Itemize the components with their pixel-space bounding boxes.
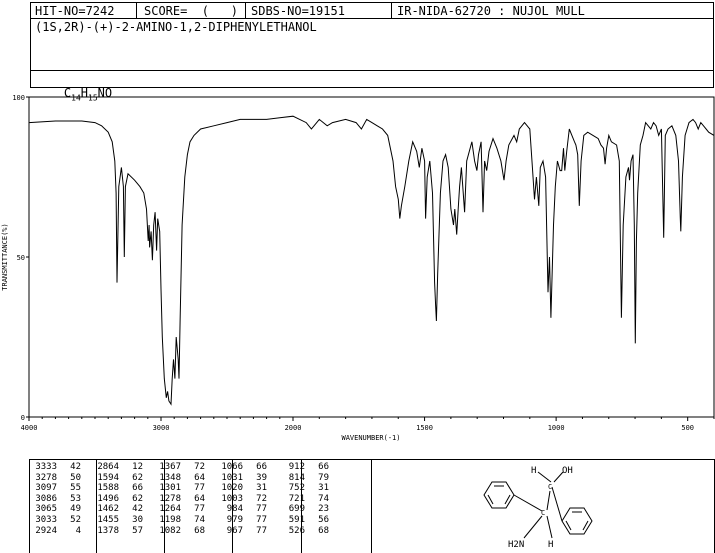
peak-wavenumber: 967 bbox=[226, 525, 243, 536]
peak-wavenumber: 1348 bbox=[159, 472, 181, 483]
peak-transmittance: 50 bbox=[70, 472, 81, 483]
peak-transmittance: 23 bbox=[318, 504, 329, 515]
peak-wavenumber: 3333 bbox=[35, 462, 57, 472]
peak-transmittance: 49 bbox=[70, 504, 81, 515]
y-tick-label: 0 bbox=[21, 414, 25, 422]
peak-table-grid: 3333422864121367721066669126632785015946… bbox=[29, 462, 329, 536]
peak-transmittance: 52 bbox=[70, 514, 81, 525]
y-tick-label: 100 bbox=[12, 94, 25, 102]
atom-label: C bbox=[541, 509, 545, 517]
peak-transmittance: 62 bbox=[132, 493, 143, 504]
peak-transmittance: 64 bbox=[194, 493, 205, 504]
peak-wavenumber: 1278 bbox=[159, 493, 181, 504]
peak-wavenumber: 984 bbox=[226, 504, 243, 515]
table-column-divider bbox=[301, 460, 302, 553]
peak-transmittance: 53 bbox=[70, 493, 81, 504]
peak-transmittance: 72 bbox=[256, 493, 267, 504]
ir-spectrum-chart: 0 50 100 4000 3000 2000 1500 1000 500 TRANSMITT… bbox=[1, 94, 715, 442]
table-row: 33334228641213677210666691266 bbox=[29, 462, 329, 473]
x-axis-label: WAVENUMBER(-1) bbox=[341, 434, 400, 442]
bond bbox=[513, 494, 543, 512]
peak-transmittance: 66 bbox=[256, 462, 267, 472]
table-row: 30975515886613017710203175231 bbox=[29, 483, 329, 494]
peak-transmittance: 74 bbox=[194, 514, 205, 525]
peak-transmittance: 57 bbox=[132, 525, 143, 536]
y-tick-label: 50 bbox=[17, 254, 25, 262]
peak-transmittance: 68 bbox=[318, 525, 329, 536]
atom-label: OH bbox=[562, 466, 573, 476]
peak-wavenumber: 3065 bbox=[35, 504, 57, 515]
table-row: 32785015946213486410313981479 bbox=[29, 473, 329, 484]
peak-wavenumber: 3278 bbox=[35, 472, 57, 483]
peak-transmittance: 64 bbox=[194, 472, 205, 483]
peak-transmittance: 77 bbox=[256, 514, 267, 525]
peak-transmittance: 66 bbox=[318, 462, 329, 472]
atom-label: H bbox=[531, 466, 536, 476]
spectrum-line bbox=[28, 115, 715, 406]
peak-wavenumber: 1082 bbox=[159, 525, 181, 536]
table-column-divider bbox=[164, 460, 165, 553]
atom-label: H bbox=[548, 540, 553, 550]
table-row: 3033 52 1455 30 1198 74 979 77 591 56 bbox=[29, 515, 329, 526]
peak-wavenumber: 979 bbox=[226, 514, 243, 525]
peak-wavenumber: 1367 bbox=[159, 462, 181, 472]
peak-transmittance: 31 bbox=[318, 483, 329, 494]
peak-transmittance: 55 bbox=[70, 483, 81, 494]
peak-transmittance: 77 bbox=[194, 504, 205, 515]
x-tick-label: 2000 bbox=[285, 424, 302, 432]
peak-transmittance: 79 bbox=[318, 472, 329, 483]
table-column-divider bbox=[232, 460, 233, 553]
peak-transmittance: 42 bbox=[70, 462, 81, 472]
peak-table: 3333422864121367721066669126632785015946… bbox=[29, 462, 329, 536]
y-axis-label: TRANSMITTANCE(%) bbox=[1, 223, 9, 290]
peak-wavenumber: 1198 bbox=[159, 514, 181, 525]
atom-label: H2N bbox=[508, 540, 524, 550]
peak-transmittance: 31 bbox=[256, 483, 267, 494]
peak-transmittance: 77 bbox=[256, 525, 267, 536]
table-row: 30865314966212786410037272174 bbox=[29, 494, 329, 505]
peak-wavenumber: 3086 bbox=[35, 493, 57, 504]
x-tick-label: 3000 bbox=[153, 424, 170, 432]
peak-wavenumber: 3033 bbox=[35, 514, 57, 525]
peak-wavenumber: 1020 bbox=[215, 483, 243, 494]
bond bbox=[546, 515, 553, 539]
x-tick-label: 500 bbox=[681, 424, 694, 432]
peak-transmittance: 68 bbox=[194, 525, 205, 536]
peak-transmittance: 4 bbox=[75, 525, 81, 536]
atom-label: C bbox=[548, 483, 552, 491]
peak-wavenumber: 2924 bbox=[35, 525, 57, 536]
peak-transmittance: 42 bbox=[132, 504, 143, 515]
peak-transmittance: 30 bbox=[132, 514, 143, 525]
peak-transmittance: 72 bbox=[194, 462, 205, 472]
x-tick-label: 4000 bbox=[21, 424, 38, 432]
table-column-divider bbox=[96, 460, 97, 553]
bond bbox=[551, 486, 563, 522]
peak-wavenumber: 1031 bbox=[215, 473, 243, 484]
peak-transmittance: 56 bbox=[318, 514, 329, 525]
peak-wavenumber: 1264 bbox=[159, 504, 181, 515]
peak-transmittance: 39 bbox=[256, 472, 267, 483]
molecular-structure: H OH C C H2N H bbox=[483, 466, 593, 550]
peak-transmittance: 74 bbox=[318, 493, 329, 504]
table-row: 2924 4 1378 57 1082 68 967 77 526 68 bbox=[29, 526, 329, 537]
peak-transmittance: 77 bbox=[194, 483, 205, 494]
bond bbox=[546, 490, 551, 511]
peak-transmittance: 66 bbox=[132, 483, 143, 494]
bond bbox=[523, 515, 543, 539]
peak-wavenumber: 1003 bbox=[215, 494, 243, 505]
x-tick-label: 1500 bbox=[416, 424, 433, 432]
table-row: 3065 49 1462 42 1264 77 984 77 699 23 bbox=[29, 504, 329, 515]
bond bbox=[537, 471, 552, 483]
peak-wavenumber: 1301 bbox=[159, 483, 181, 494]
peak-transmittance: 62 bbox=[132, 472, 143, 483]
peak-transmittance: 12 bbox=[132, 462, 143, 472]
x-tick-label: 1000 bbox=[548, 424, 565, 432]
peak-wavenumber: 1066 bbox=[215, 462, 243, 473]
peak-transmittance: 77 bbox=[256, 504, 267, 515]
plot-frame bbox=[28, 96, 715, 418]
peak-wavenumber: 3097 bbox=[35, 483, 57, 494]
